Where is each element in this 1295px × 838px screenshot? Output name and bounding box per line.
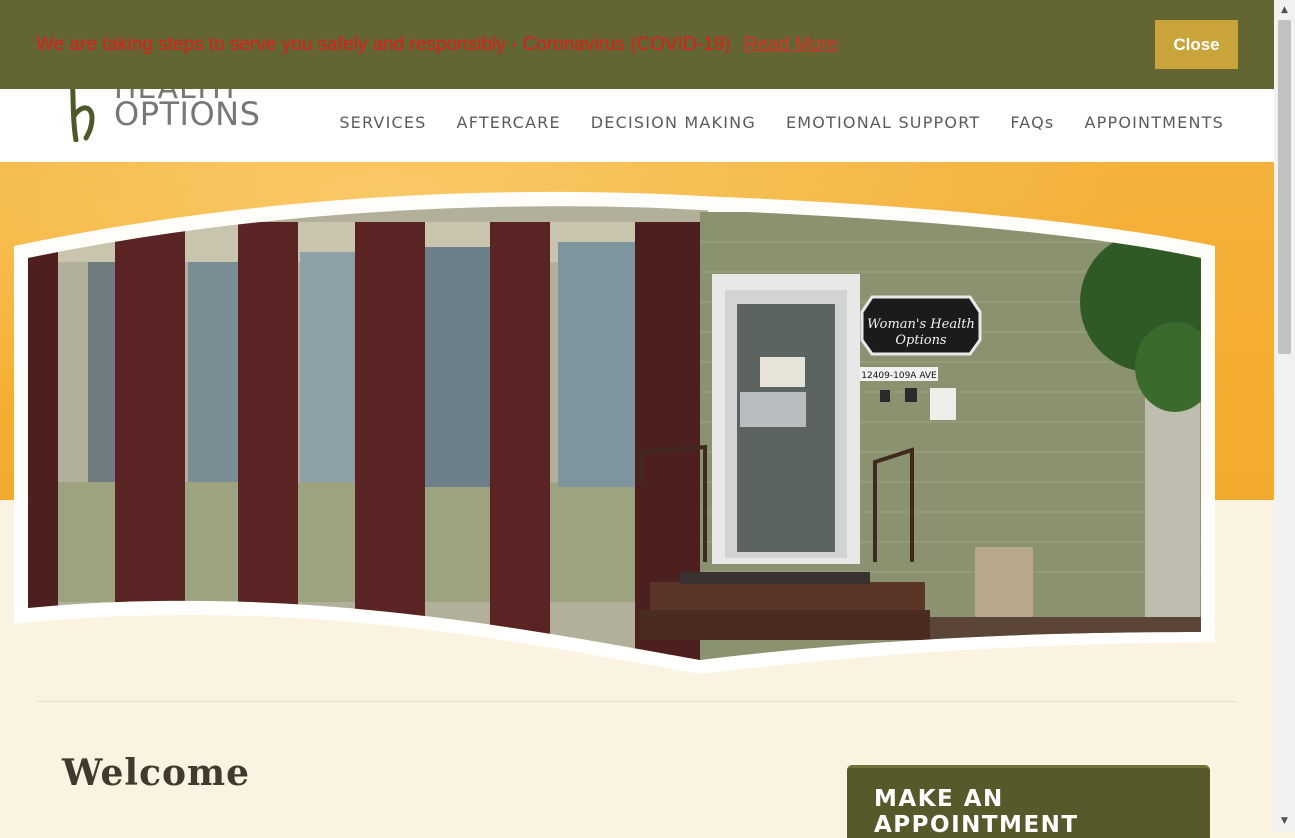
scroll-up-arrow-icon[interactable]: ▲	[1274, 2, 1295, 19]
welcome-heading: Welcome	[62, 752, 251, 794]
nav-item-aftercare[interactable]: AFTERCARE	[442, 110, 576, 136]
make-appointment-button[interactable]: MAKE AN APPOINTMENT	[847, 765, 1210, 838]
nav-item-services[interactable]: SERVICES	[324, 110, 441, 136]
building-sign-line2: Options	[895, 333, 947, 348]
logo-text-options: OPTIONS	[114, 95, 261, 133]
scroll-down-arrow-icon[interactable]: ▼	[1274, 813, 1295, 830]
vertical-scrollbar[interactable]: ▲ ▼	[1274, 0, 1295, 832]
section-divider	[37, 701, 1237, 702]
scrollbar-thumb[interactable]	[1278, 20, 1291, 354]
nav-item-emotional-support[interactable]: EMOTIONAL SUPPORT	[771, 110, 995, 136]
building-address: 12409-109A AVE	[861, 371, 937, 381]
nav-item-faqs[interactable]: FAQs	[995, 110, 1069, 136]
close-banner-button[interactable]: Close	[1155, 20, 1238, 69]
make-appointment-label: MAKE AN APPOINTMENT	[874, 786, 1079, 838]
nav-item-decision-making[interactable]: DECISION MAKING	[576, 110, 771, 136]
main-nav: SERVICES AFTERCARE DECISION MAKING EMOTI…	[324, 110, 1224, 136]
hero-building-photo: Woman's Health Options 12409-109A AVE	[14, 191, 1215, 674]
nav-item-appointments[interactable]: APPOINTMENTS	[1069, 110, 1224, 136]
banner-message-row: We are taking steps to serve you safely …	[36, 34, 838, 56]
read-more-link[interactable]: Read More	[744, 34, 838, 55]
banner-message: We are taking steps to serve you safely …	[36, 34, 731, 55]
covid-notice-banner: We are taking steps to serve you safely …	[0, 0, 1274, 89]
building-sign-line1: Woman's Health	[867, 317, 975, 332]
